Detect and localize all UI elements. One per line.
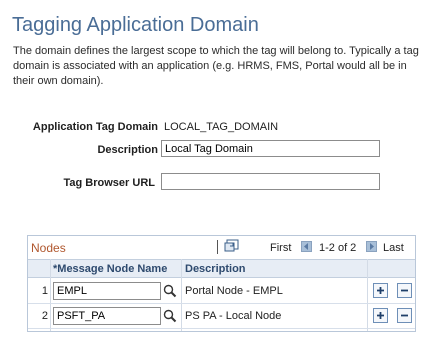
row-number: 2: [41, 310, 48, 322]
minus-icon[interactable]: [397, 308, 412, 323]
page-title: Tagging Application Domain: [12, 14, 259, 36]
description-label: Description: [97, 144, 158, 156]
nav-prev-icon[interactable]: [301, 241, 312, 252]
grid-view-icon[interactable]: [224, 239, 240, 253]
page-intro: The domain defines the largest scope to …: [13, 45, 419, 87]
row-description: Portal Node - EMPL: [185, 285, 283, 297]
column-header-description: Description: [185, 263, 246, 275]
row-description: PS PA - Local Node: [185, 310, 282, 322]
nav-range: 1-2 of 2: [319, 242, 357, 254]
message-node-name-input[interactable]: [53, 307, 161, 325]
table-row: 1 Portal Node - EMPL: [28, 279, 415, 304]
minus-icon[interactable]: [397, 283, 412, 298]
description-field[interactable]: [161, 140, 380, 157]
message-node-name-input[interactable]: [53, 282, 161, 300]
nodes-grid: Nodes First 1-2 of 2 Last *Message Node …: [27, 235, 416, 332]
tag-browser-url-label: Tag Browser URL: [63, 177, 155, 189]
grid-title: Nodes: [31, 241, 66, 255]
column-header-node-name: *Message Node Name: [53, 263, 168, 275]
plus-icon[interactable]: [373, 283, 388, 298]
row-number: 1: [41, 285, 48, 297]
table-row: 2 PS PA - Local Node: [28, 304, 415, 329]
plus-icon[interactable]: [373, 308, 388, 323]
nav-first-link[interactable]: First: [270, 242, 291, 254]
grid-header: Nodes First 1-2 of 2 Last: [28, 236, 415, 258]
header-divider: [217, 240, 218, 254]
nav-next-icon[interactable]: [366, 241, 377, 252]
search-icon[interactable]: [163, 284, 177, 298]
column-header-row: *Message Node Name Description: [28, 259, 415, 278]
app-tag-domain-label: Application Tag Domain: [32, 121, 158, 133]
search-icon[interactable]: [163, 309, 177, 323]
tag-browser-url-field[interactable]: [161, 173, 380, 190]
app-tag-domain-value: LOCAL_TAG_DOMAIN: [164, 121, 279, 133]
nav-last-link[interactable]: Last: [383, 242, 404, 254]
